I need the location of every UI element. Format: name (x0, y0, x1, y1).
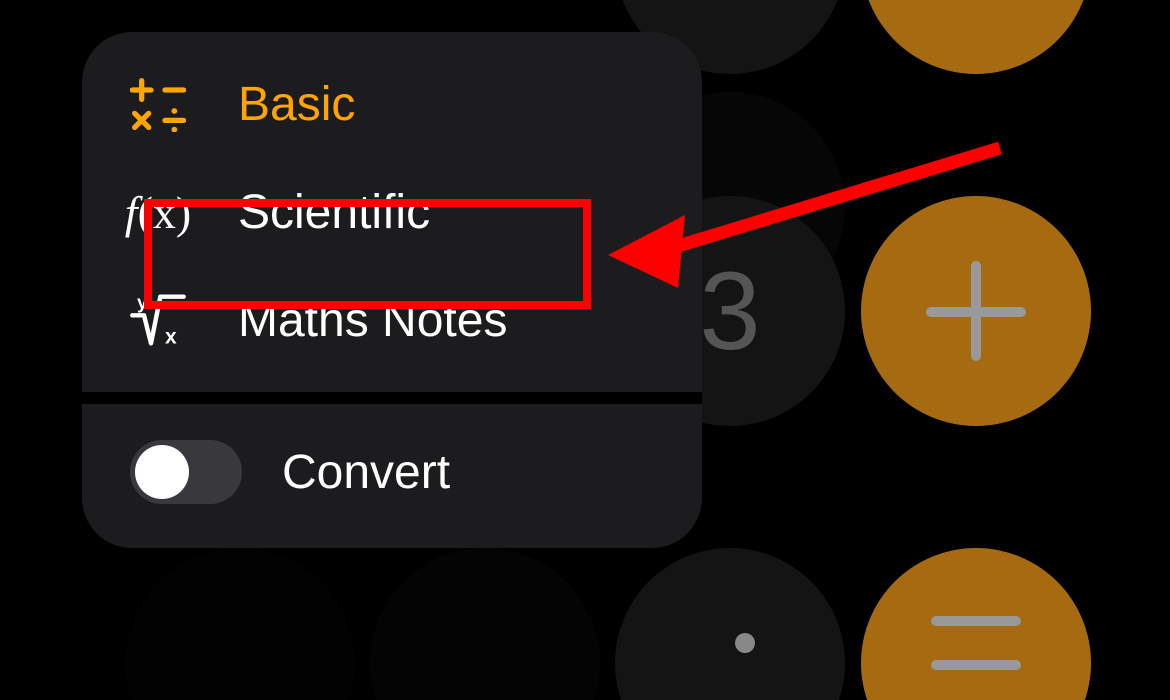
svg-text:x: x (165, 325, 177, 348)
plus-icon (926, 261, 1026, 361)
calc-key-dot[interactable] (615, 548, 845, 700)
maths-notes-icon: y x (122, 292, 194, 348)
menu-label: Basic (238, 77, 355, 132)
menu-item-scientific[interactable]: f(x) Scientific (82, 158, 702, 266)
menu-label: Maths Notes (238, 293, 507, 348)
convert-toggle[interactable] (130, 440, 242, 504)
menu-item-convert[interactable]: Convert (82, 404, 702, 548)
calc-key-plus[interactable] (861, 196, 1091, 426)
menu-item-maths-notes[interactable]: y x Maths Notes (82, 266, 702, 374)
calc-key-hidden-00[interactable] (125, 548, 355, 700)
menu-item-basic[interactable]: Basic (82, 50, 702, 158)
calc-key-equals[interactable] (861, 548, 1091, 700)
digit-label: 6 (699, 0, 760, 23)
equals-icon (931, 616, 1021, 670)
svg-text:y: y (137, 292, 148, 312)
mode-menu: Basic f(x) Scientific y x Maths Notes (82, 32, 702, 548)
toggle-knob (135, 445, 189, 499)
dot-icon (735, 633, 755, 653)
function-icon: f(x) (122, 184, 194, 240)
menu-label: Convert (282, 445, 450, 500)
digit-label: 3 (699, 248, 760, 375)
menu-divider (82, 392, 702, 404)
calc-key-minus[interactable] (861, 0, 1091, 74)
basic-calc-icon (122, 76, 194, 132)
menu-label: Scientific (238, 185, 430, 240)
calc-key-hidden-0[interactable] (370, 548, 600, 700)
